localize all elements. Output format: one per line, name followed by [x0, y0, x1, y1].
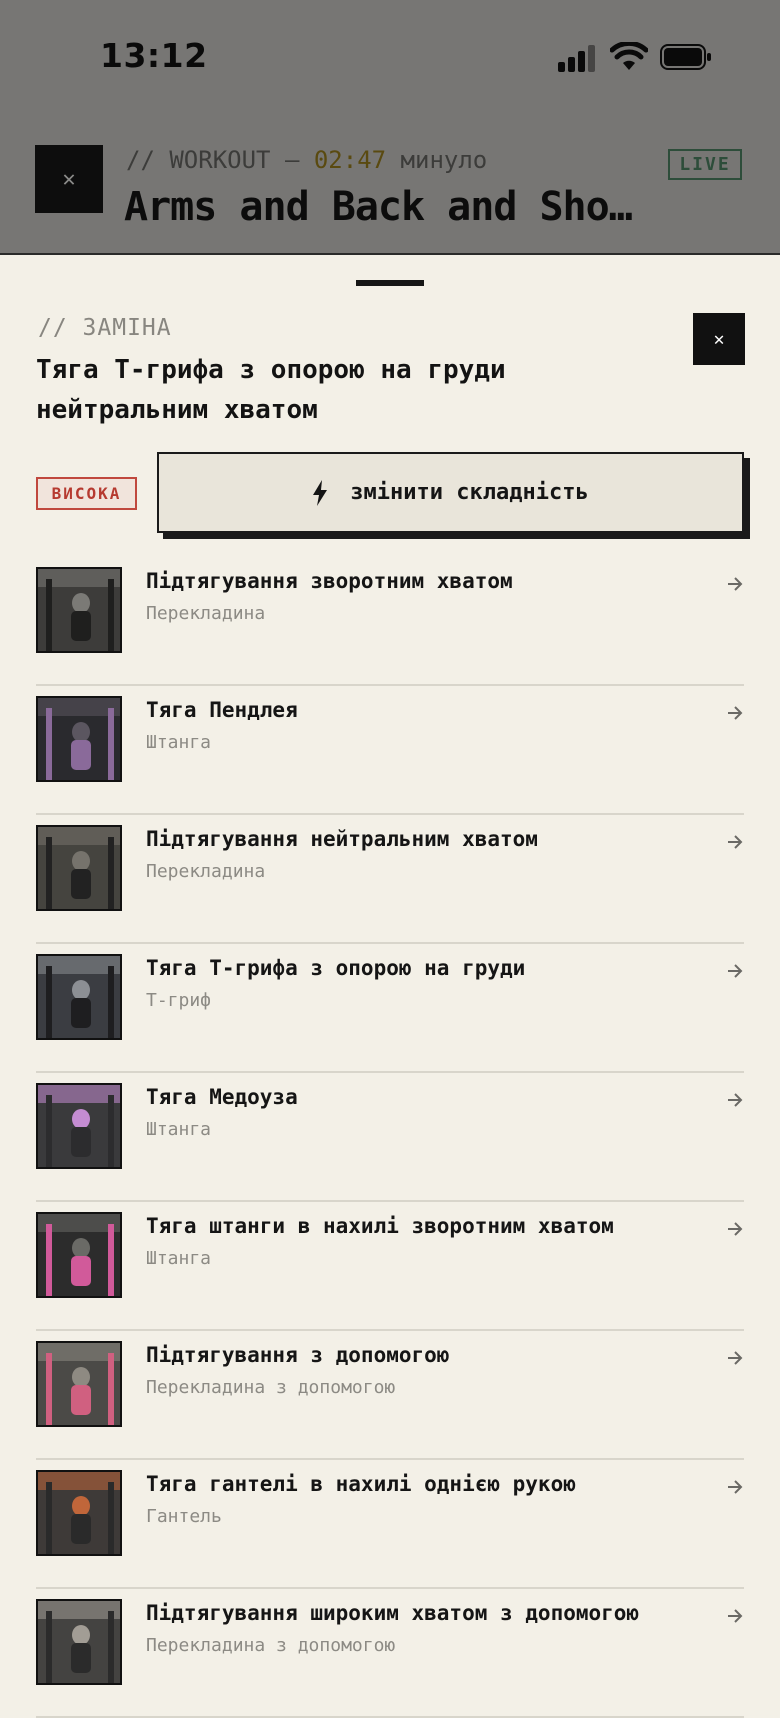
exercise-thumbnail: [36, 954, 122, 1040]
alternatives-list: Підтягування зворотним хватом Перекладина…: [36, 557, 744, 1718]
exercise-name: Підтягування з допомогою: [146, 1343, 450, 1367]
list-item[interactable]: Тяга штанги в нахилі зворотним хватом Шта…: [36, 1202, 744, 1331]
exercise-name: Тяга Медоуза: [146, 1085, 298, 1109]
arrow-right-icon[interactable]: [726, 962, 744, 980]
arrow-right-icon[interactable]: [726, 1349, 744, 1367]
sheet-grabber[interactable]: [356, 280, 424, 286]
list-item[interactable]: Тяга Пендлея Штанга: [36, 686, 744, 815]
exercise-thumbnail: [36, 696, 122, 782]
workout-timer: 02:47: [313, 146, 387, 174]
exercise-equipment: Перекладина з допомогою: [146, 1377, 396, 1398]
exercise-name: Підтягування широким хватом з допомогою: [146, 1601, 640, 1625]
exercise-thumbnail: [36, 825, 122, 911]
list-item[interactable]: Підтягування зворотним хватом Перекладина: [36, 557, 744, 686]
exercise-equipment: Штанга: [146, 1119, 212, 1140]
list-item[interactable]: Підтягування нейтральним хватом Переклади…: [36, 815, 744, 944]
list-item[interactable]: Тяга гантелі в нахилі однією рукою Гантел…: [36, 1460, 744, 1589]
exercise-equipment: Перекладина: [146, 603, 266, 624]
exercise-title: Тяга Т-грифа з опорою на груди нейтральн…: [36, 355, 506, 425]
exercise-thumbnail: [36, 1341, 122, 1427]
arrow-right-icon[interactable]: [726, 1607, 744, 1625]
exercise-equipment: Гантель: [146, 1506, 222, 1527]
battery-icon: [660, 44, 711, 70]
workout-close-button[interactable]: ✕: [35, 145, 103, 213]
exercise-equipment: Т-гриф: [146, 990, 212, 1011]
list-item[interactable]: Підтягування з допомогою Перекладина з до…: [36, 1331, 744, 1460]
list-item[interactable]: Тяга Т-грифа з опорою на груди Т-гриф: [36, 944, 744, 1073]
exercise-thumbnail: [36, 1083, 122, 1169]
status-time: 13:12: [100, 36, 208, 75]
exercise-thumbnail: [36, 1599, 122, 1685]
sheet-eyebrow: // ЗАМІНА: [38, 315, 172, 341]
exercise-name: Тяга гантелі в нахилі однією рукою: [146, 1472, 576, 1496]
difficulty-badge: ВИСОКА: [36, 477, 137, 510]
close-icon: ✕: [713, 328, 725, 350]
sheet-close-button[interactable]: ✕: [693, 313, 745, 365]
exercise-name: Тяга Т-грифа з опорою на груди: [146, 956, 526, 980]
list-item[interactable]: Тяга Медоуза Штанга: [36, 1073, 744, 1202]
workout-title: Arms and Back and Sho…: [124, 184, 633, 230]
exercise-equipment: Штанга: [146, 732, 212, 753]
exercise-name: Підтягування зворотним хватом: [146, 569, 513, 593]
change-difficulty-label: змінити складність: [350, 480, 589, 505]
live-badge: LIVE: [668, 149, 742, 180]
exercise-equipment: Перекладина з допомогою: [146, 1635, 396, 1656]
arrow-right-icon[interactable]: [726, 1478, 744, 1496]
exercise-name: Підтягування нейтральним хватом: [146, 827, 538, 851]
lightning-icon: [313, 479, 328, 506]
replacement-sheet: // ЗАМІНА ✕ Тяга Т-грифа з опорою на гру…: [0, 253, 780, 1718]
background-screen: 13:12 ✕ // WORKOUT — 02:47 минуло Arms a…: [0, 0, 780, 255]
exercise-thumbnail: [36, 1470, 122, 1556]
arrow-right-icon[interactable]: [726, 704, 744, 722]
exercise-equipment: Штанга: [146, 1248, 212, 1269]
arrow-right-icon[interactable]: [726, 1091, 744, 1109]
change-difficulty-button[interactable]: змінити складність: [157, 452, 744, 533]
exercise-equipment: Перекладина: [146, 861, 266, 882]
arrow-right-icon[interactable]: [726, 1220, 744, 1238]
workout-eyebrow: // WORKOUT — 02:47 минуло: [126, 146, 488, 174]
exercise-name: Тяга штанги в нахилі зворотним хватом: [146, 1214, 614, 1238]
cellular-signal-icon: [558, 44, 598, 72]
exercise-name: Тяга Пендлея: [146, 698, 298, 722]
list-item[interactable]: Підтягування широким хватом з допомогою П…: [36, 1589, 744, 1718]
exercise-thumbnail: [36, 567, 122, 653]
wifi-icon: [610, 42, 648, 70]
arrow-right-icon[interactable]: [726, 833, 744, 851]
arrow-right-icon[interactable]: [726, 575, 744, 593]
exercise-thumbnail: [36, 1212, 122, 1298]
